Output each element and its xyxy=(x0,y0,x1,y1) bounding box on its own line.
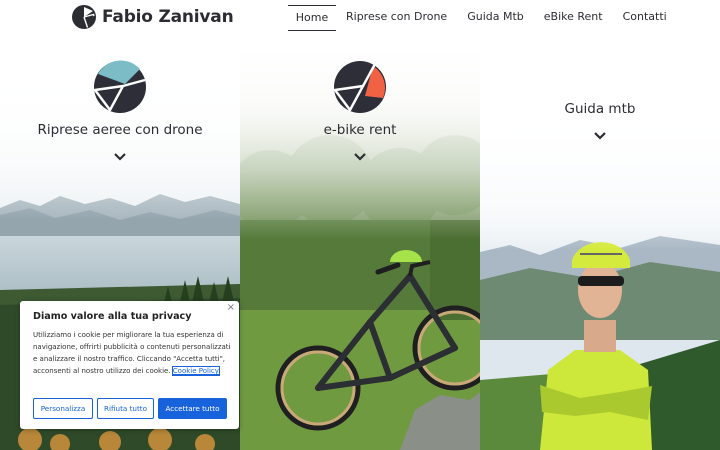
cookie-title: Diamo valore alla tua privacy xyxy=(33,311,192,322)
accept-all-button[interactable]: Accettare tutto xyxy=(158,398,227,419)
nav-item-contatti[interactable]: Contatti xyxy=(623,5,667,31)
chevron-down-icon[interactable] xyxy=(113,152,127,162)
nav-item-guida-mtb[interactable]: Guida Mtb xyxy=(467,5,524,31)
close-icon[interactable]: × xyxy=(227,302,235,313)
cookie-banner: × Diamo valore alla tua privacy Utilizzi… xyxy=(20,301,239,429)
brand[interactable]: Fabio Zanivan xyxy=(71,4,234,30)
reject-all-button[interactable]: Rifiuta tutto xyxy=(97,398,154,419)
nav-item-riprese-con-drone[interactable]: Riprese con Drone xyxy=(346,5,447,31)
brand-logo-icon xyxy=(72,5,96,29)
ebike-logo-icon xyxy=(333,61,386,113)
site-header: Fabio Zanivan Home Riprese con Drone Gui… xyxy=(0,0,720,40)
service-title: e-bike rent xyxy=(323,122,397,138)
brand-name: Fabio Zanivan xyxy=(102,7,234,27)
service-panel-ebike[interactable]: e-bike rent xyxy=(240,40,480,450)
cookie-text: Utilizziamo i cookie per migliorare la t… xyxy=(33,329,233,377)
nav-item-ebike-rent[interactable]: eBike Rent xyxy=(544,5,603,31)
service-title: Guida mtb xyxy=(564,101,636,117)
main-nav: Home Riprese con Drone Guida Mtb eBike R… xyxy=(288,5,667,31)
drone-logo-icon xyxy=(93,60,146,113)
service-panel-guida-mtb[interactable]: Guida mtb xyxy=(480,40,720,450)
customize-button[interactable]: Personalizza xyxy=(33,398,93,419)
chevron-down-icon[interactable] xyxy=(593,131,607,141)
chevron-down-icon[interactable] xyxy=(353,152,367,162)
cookie-policy-link[interactable]: Cookie Policy xyxy=(171,366,220,376)
service-title: Riprese aeree con drone xyxy=(37,122,203,138)
nav-item-home[interactable]: Home xyxy=(288,5,336,31)
